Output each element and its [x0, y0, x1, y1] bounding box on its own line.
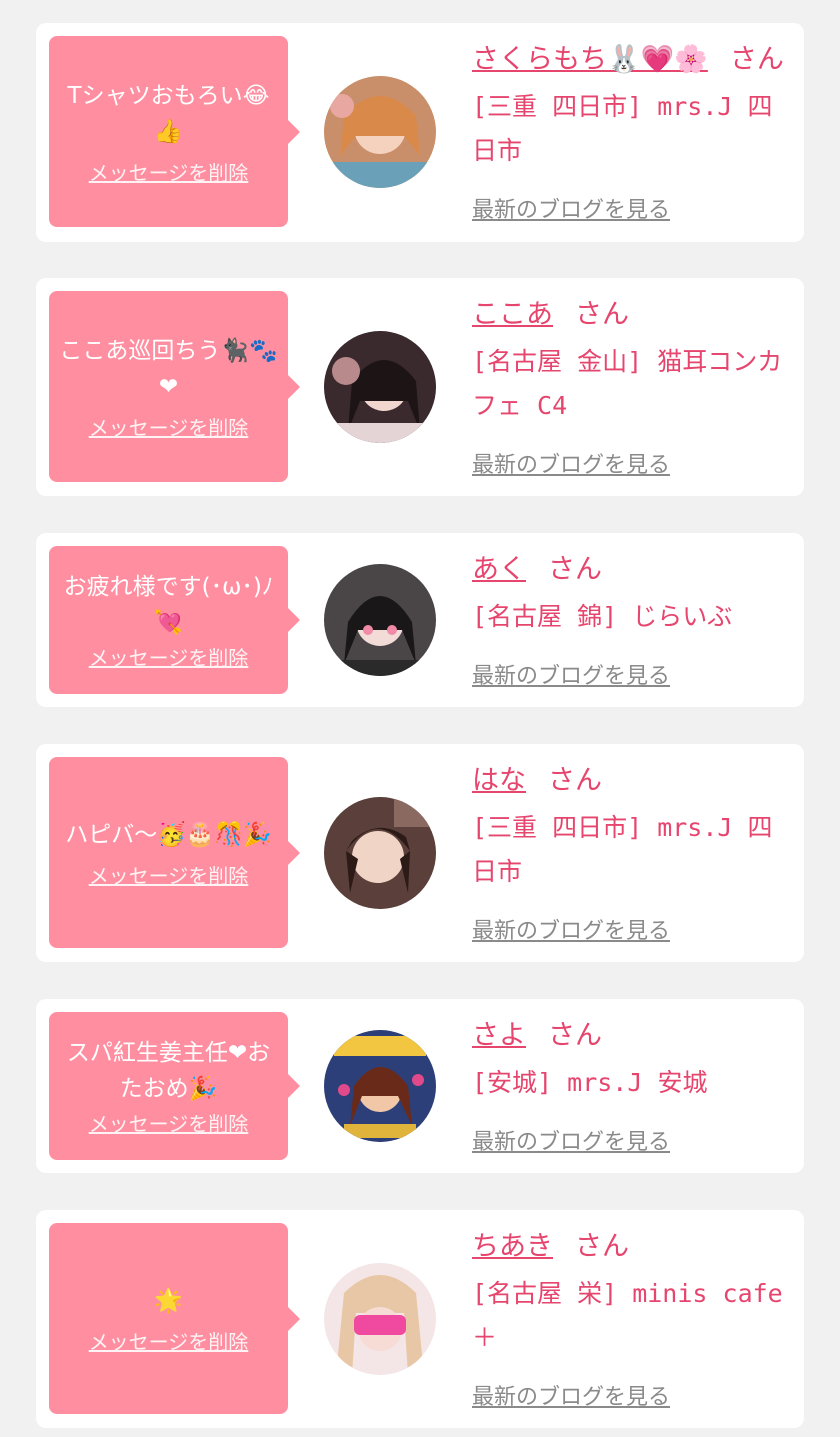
message-text: ハピバ〜🥳🎂🎊🎉: [65, 821, 272, 848]
message-card: Tシャツおもろい😂👍 メッセージを削除 さくらもち🐰💗🌸 さん [三重 四日市] …: [36, 23, 804, 242]
delete-message-link[interactable]: メッセージを削除: [89, 863, 249, 889]
message-card: お疲れ様です(･ω･)ﾉ💘 メッセージを削除 あく さん [名古屋 錦] じらいぶ…: [36, 533, 804, 707]
shop-info: [名古屋 栄] minis cafe ＋: [472, 1279, 783, 1352]
honorific: さん: [575, 299, 629, 330]
user-info: ここあ さん [名古屋 金山] 猫耳コンカフェ C4: [472, 298, 792, 428]
message-text: スパ紅生姜主任❤おたおめ🎉: [66, 1040, 271, 1102]
message-text: お疲れ様です(･ω･)ﾉ💘: [63, 574, 274, 636]
shop-info: [名古屋 金山] 猫耳コンカフェ C4: [472, 347, 783, 420]
avatar[interactable]: [324, 76, 436, 188]
avatar[interactable]: [324, 797, 436, 909]
latest-blog-link[interactable]: 最新のブログを見る: [472, 196, 670, 226]
latest-blog-link[interactable]: 最新のブログを見る: [472, 662, 670, 692]
message-card: ハピバ〜🥳🎂🎊🎉 メッセージを削除 はな さん [三重 四日市] mrs.J 四日…: [36, 744, 804, 962]
delete-message-link[interactable]: メッセージを削除: [89, 160, 249, 186]
honorific: さん: [575, 1231, 629, 1262]
user-name-link[interactable]: はな: [472, 765, 526, 796]
user-info: ちあき さん [名古屋 栄] minis cafe ＋: [472, 1230, 792, 1360]
latest-blog-link[interactable]: 最新のブログを見る: [472, 917, 670, 947]
avatar[interactable]: [324, 331, 436, 443]
latest-blog-link[interactable]: 最新のブログを見る: [472, 451, 670, 481]
user-info: さくらもち🐰💗🌸 さん [三重 四日市] mrs.J 四日市: [472, 43, 792, 173]
message-bubble: 🌟 メッセージを削除: [49, 1223, 300, 1414]
user-name-link[interactable]: あく: [472, 554, 526, 585]
honorific: さん: [548, 554, 602, 585]
user-name-link[interactable]: ちあき: [472, 1231, 553, 1262]
latest-blog-link[interactable]: 最新のブログを見る: [472, 1128, 670, 1158]
user-info: あく さん [名古屋 錦] じらいぶ: [472, 553, 792, 639]
honorific: さん: [548, 765, 602, 796]
avatar[interactable]: [324, 1263, 436, 1375]
delete-message-link[interactable]: メッセージを削除: [89, 415, 249, 441]
user-info: はな さん [三重 四日市] mrs.J 四日市: [472, 764, 792, 894]
shop-info: [三重 四日市] mrs.J 四日市: [472, 813, 773, 886]
message-card: ここあ巡回ちう🐈‍⬛🐾❤ メッセージを削除 ここあ さん [名古屋 金山] 猫耳コ…: [36, 278, 804, 496]
message-text: 🌟: [154, 1287, 183, 1314]
shop-info: [三重 四日市] mrs.J 四日市: [472, 92, 773, 165]
delete-message-link[interactable]: メッセージを削除: [89, 1111, 249, 1137]
honorific: さん: [548, 1020, 602, 1051]
message-text: ここあ巡回ちう🐈‍⬛🐾❤: [59, 337, 278, 400]
message-card: 🌟 メッセージを削除 ちあき さん [名古屋 栄] minis cafe ＋ 最新…: [36, 1210, 804, 1428]
user-name-link[interactable]: さくらもち🐰💗🌸: [472, 44, 708, 75]
message-bubble: スパ紅生姜主任❤おたおめ🎉 メッセージを削除: [49, 1012, 300, 1160]
user-name-link[interactable]: さよ: [472, 1020, 526, 1051]
avatar[interactable]: [324, 1030, 436, 1142]
delete-message-link[interactable]: メッセージを削除: [89, 645, 249, 671]
message-bubble: Tシャツおもろい😂👍 メッセージを削除: [49, 36, 300, 227]
message-card: スパ紅生姜主任❤おたおめ🎉 メッセージを削除 さよ さん [安城] mrs.J 安…: [36, 999, 804, 1173]
delete-message-link[interactable]: メッセージを削除: [89, 1329, 249, 1355]
honorific: さん: [729, 44, 784, 75]
avatar[interactable]: [324, 564, 436, 676]
latest-blog-link[interactable]: 最新のブログを見る: [472, 1383, 670, 1413]
message-text: Tシャツおもろい😂👍: [67, 82, 270, 145]
shop-info: [名古屋 錦] じらいぶ: [472, 602, 733, 631]
user-info: さよ さん [安城] mrs.J 安城: [472, 1019, 792, 1105]
shop-info: [安城] mrs.J 安城: [472, 1068, 708, 1097]
message-bubble: ここあ巡回ちう🐈‍⬛🐾❤ メッセージを削除: [49, 291, 300, 482]
message-bubble: お疲れ様です(･ω･)ﾉ💘 メッセージを削除: [49, 546, 300, 694]
message-bubble: ハピバ〜🥳🎂🎊🎉 メッセージを削除: [49, 757, 300, 948]
user-name-link[interactable]: ここあ: [472, 299, 553, 330]
